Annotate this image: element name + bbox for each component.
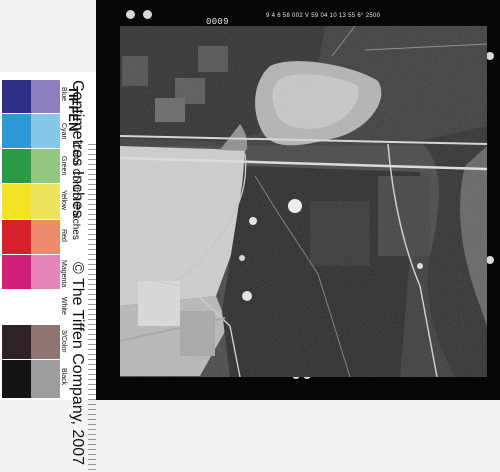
- green-patch: [2, 149, 31, 183]
- blue-tint-patch: [31, 80, 60, 113]
- patch-label-yellow: Yellow: [60, 190, 67, 210]
- black-patch: [2, 360, 31, 398]
- patch-label-three-color: 3/Color: [60, 330, 67, 353]
- yellow-patch: [2, 184, 31, 219]
- magenta-patch: [2, 255, 31, 289]
- white-tint-patch: [31, 290, 60, 324]
- three-color-patch: [2, 325, 31, 359]
- film-edge-mark: [486, 256, 494, 264]
- cyan-tint-patch: [31, 114, 60, 148]
- scanned-aerial-photograph: 0009 9 4 6 58 002 V 59 04 10 13 55 6° 25…: [0, 0, 500, 472]
- three-color-tint-patch: [31, 325, 60, 359]
- frame-info-strip: 9 4 6 58 002 V 59 04 10 13 55 6° 2500: [266, 13, 381, 19]
- magenta-tint-patch: [31, 255, 60, 289]
- patch-label-white: White: [60, 297, 67, 315]
- tiffen-brand: TIFFEN: [66, 86, 81, 132]
- red-patch: [2, 220, 31, 254]
- color-control-chart: Blue Cyan Green Yellow Red Magenta White…: [0, 72, 96, 472]
- gray-patch: [31, 360, 60, 398]
- film-edge-mark: [143, 10, 152, 19]
- film-edge-mark: [486, 52, 494, 60]
- yellow-tint-patch: [31, 184, 60, 219]
- red-tint-patch: [31, 220, 60, 254]
- frame-number: 0009: [206, 17, 229, 27]
- measurement-ruler: [88, 144, 96, 472]
- blue-patch: [2, 80, 31, 113]
- cyan-patch: [2, 114, 31, 148]
- green-tint-patch: [31, 149, 60, 183]
- aerial-landscape-photo: [120, 26, 487, 377]
- film-edge-mark: [126, 10, 135, 19]
- copyright-label: © The Tiffen Company, 2007: [69, 262, 86, 466]
- white-patch: [2, 290, 31, 324]
- patch-label-red: Red: [60, 229, 67, 242]
- patch-label-black: Black: [60, 368, 67, 386]
- patch-label-green: Green: [60, 156, 67, 176]
- chart-title: Color Control Patches: [70, 142, 81, 240]
- patch-label-magenta: Magenta: [60, 260, 67, 288]
